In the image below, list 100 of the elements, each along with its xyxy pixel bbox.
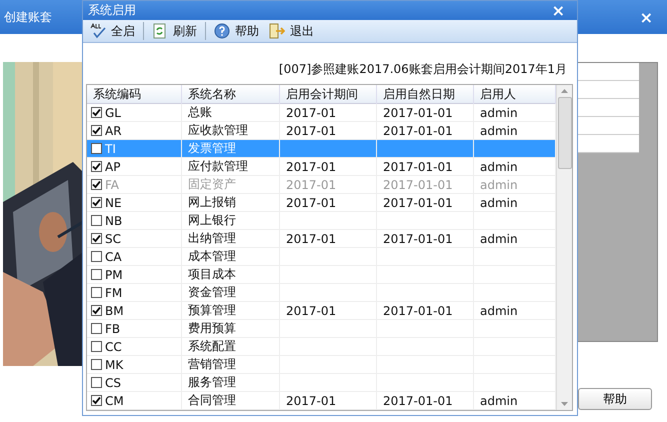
checkbox[interactable] [91, 161, 102, 172]
close-button[interactable]: × [552, 1, 565, 20]
dialog-title: 系统启用 [88, 2, 136, 19]
table-row[interactable]: AP 应付款管理 2017-01 2017-01-01 admin [87, 158, 556, 176]
close-button[interactable]: × [640, 8, 653, 26]
table-cell: NB [105, 214, 122, 228]
table-cell: 合同管理 [188, 392, 236, 409]
checkbox[interactable] [91, 287, 102, 298]
table-row[interactable]: NE 网上报销 2017-01 2017-01-01 admin [87, 194, 556, 212]
help-button[interactable]: 帮助 [578, 388, 652, 410]
checkbox[interactable] [91, 323, 102, 334]
table-cell: 2017-01 [286, 178, 336, 192]
table-row[interactable]: NB 网上银行 [87, 212, 556, 230]
table-cell: 出纳管理 [188, 230, 236, 247]
table-cell: CS [105, 376, 121, 390]
table-cell: FB [105, 322, 120, 336]
table-cell: 资金管理 [188, 284, 236, 301]
scrollbar[interactable] [556, 85, 572, 410]
table-row[interactable]: PM 项目成本 [87, 266, 556, 284]
toolbar-button[interactable]: 刷新 [148, 20, 201, 42]
table-cell: AP [105, 160, 120, 174]
table-cell: AR [105, 124, 122, 138]
table-cell: 应付款管理 [188, 158, 248, 175]
exit-icon [269, 23, 285, 39]
table-row[interactable]: CS 服务管理 [87, 374, 556, 392]
table-cell: 2017-01 [286, 106, 336, 120]
table-cell: admin [480, 160, 518, 174]
table-row[interactable]: GL 总账 2017-01 2017-01-01 admin [87, 104, 556, 122]
table-cell: 发票管理 [188, 140, 236, 157]
table-cell: 2017-01-01 [383, 178, 453, 192]
table-cell: admin [480, 232, 518, 246]
table-cell: 2017-01 [286, 160, 336, 174]
table-cell: 2017-01-01 [383, 394, 453, 408]
checkbox[interactable] [91, 233, 102, 244]
table-cell: admin [480, 196, 518, 210]
table-cell: 2017-01-01 [383, 232, 453, 246]
table-cell: 2017-01-01 [383, 106, 453, 120]
table-cell: 2017-01 [286, 232, 336, 246]
window-title: 创建账套 [4, 8, 52, 26]
table-cell: GL [105, 106, 121, 120]
table-cell: 固定资产 [188, 176, 236, 193]
checkbox[interactable] [91, 269, 102, 280]
table-row[interactable]: BM 预算管理 2017-01 2017-01-01 admin [87, 302, 556, 320]
table-row[interactable]: SC 出纳管理 2017-01 2017-01-01 admin [87, 230, 556, 248]
table-cell: 2017-01 [286, 394, 336, 408]
column-header[interactable]: 系统编码 [87, 85, 182, 104]
table-row[interactable]: CC 系统配置 [87, 338, 556, 356]
toolbar-button[interactable]: 全启 [86, 20, 139, 42]
check-all-icon [90, 23, 106, 39]
table-cell: FA [105, 178, 120, 192]
table-cell: 网上报销 [188, 194, 236, 211]
table-cell: 2017-01 [286, 196, 336, 210]
table-row[interactable]: FM 资金管理 [87, 284, 556, 302]
table-cell: 费用预算 [188, 320, 236, 337]
checkbox[interactable] [91, 143, 102, 154]
table-cell: admin [480, 106, 518, 120]
checkbox[interactable] [91, 359, 102, 370]
table-cell: 项目成本 [188, 266, 236, 283]
refresh-icon [152, 23, 168, 39]
table-cell: MK [105, 358, 124, 372]
table-cell: 预算管理 [188, 302, 236, 319]
table-cell: 营销管理 [188, 356, 236, 373]
table-cell: 总账 [188, 104, 212, 121]
checkbox[interactable] [91, 251, 102, 262]
table-cell: 服务管理 [188, 374, 236, 391]
table-cell: FM [105, 286, 122, 300]
table-cell: BM [105, 304, 124, 318]
toolbar-button[interactable]: 帮助 [210, 20, 263, 42]
table-cell: SC [105, 232, 121, 246]
column-header[interactable]: 系统名称 [182, 85, 280, 104]
checkbox[interactable] [91, 107, 102, 118]
checkbox[interactable] [91, 395, 102, 406]
table-cell: CC [105, 340, 122, 354]
table-row[interactable]: CA 成本管理 [87, 248, 556, 266]
table-row[interactable]: MK 营销管理 [87, 356, 556, 374]
table-cell: 2017-01-01 [383, 124, 453, 138]
table-row[interactable]: CM 合同管理 2017-01 2017-01-01 admin [87, 392, 556, 410]
checkbox[interactable] [91, 341, 102, 352]
table-cell: 2017-01 [286, 124, 336, 138]
table-cell: 2017-01 [286, 304, 336, 318]
table-cell: CM [105, 394, 124, 408]
table-cell: 系统配置 [188, 338, 236, 355]
checkbox[interactable] [91, 305, 102, 316]
help-icon [214, 23, 230, 39]
table-cell: admin [480, 124, 518, 138]
table-row[interactable]: FB 费用预算 [87, 320, 556, 338]
toolbar-button[interactable]: 退出 [265, 20, 318, 42]
table-cell: 2017-01-01 [383, 196, 453, 210]
column-header[interactable]: 启用会计期间 [280, 85, 377, 104]
table-cell: admin [480, 394, 518, 408]
checkbox[interactable] [91, 377, 102, 388]
table-cell: 应收款管理 [188, 122, 248, 139]
scroll-thumb[interactable] [558, 97, 572, 169]
checkbox[interactable] [91, 197, 102, 208]
table-cell: TI [105, 142, 116, 156]
column-header[interactable]: 启用自然日期 [377, 85, 474, 104]
table-cell: admin [480, 178, 518, 192]
checkbox[interactable] [91, 215, 102, 226]
table-cell: 成本管理 [188, 248, 236, 265]
checkbox[interactable] [91, 125, 102, 136]
